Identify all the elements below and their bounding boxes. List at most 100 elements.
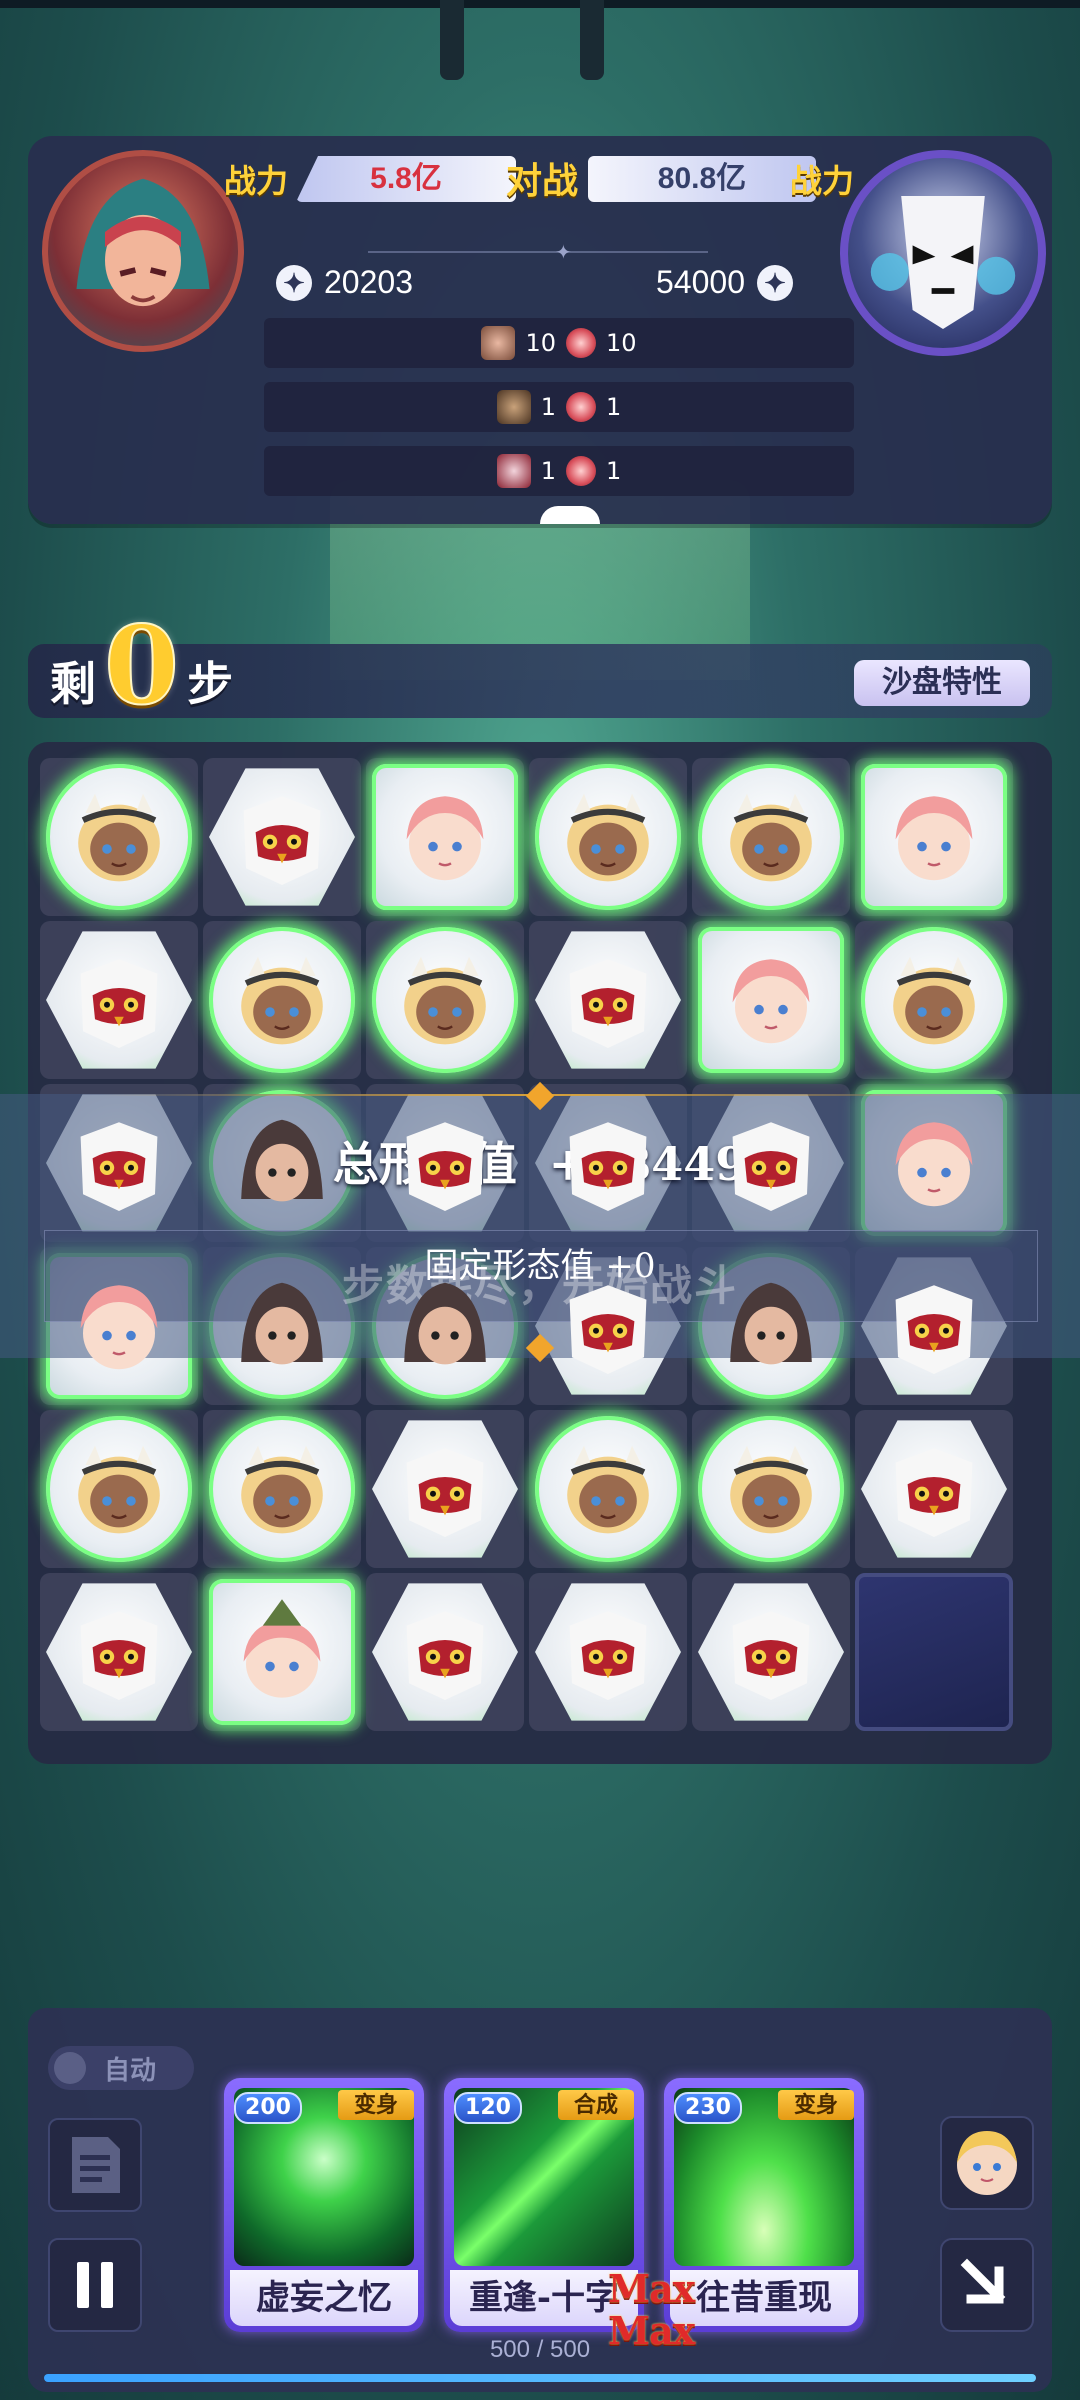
owl-mask-icon [569,959,647,1048]
divider-star-icon: ✦ [555,240,572,264]
board-tile[interactable] [40,921,198,1079]
horned-girl-icon [78,1445,160,1534]
opponent-score: ✦ 54000 [656,264,793,301]
steps-bar: 剩 0 步 沙盘特性 [28,602,1052,730]
log-button[interactable] [48,2118,142,2212]
board-tile[interactable] [366,758,524,916]
auto-label: 自动 [104,2055,157,2086]
empty-board-slot[interactable] [855,1573,1013,1731]
steps-count: 0 [103,602,180,730]
board-tile[interactable] [40,1084,198,1242]
auto-toggle[interactable]: 自动 [48,2046,194,2090]
skip-button[interactable] [940,2238,1034,2332]
top-edge [0,0,1080,8]
pink-girl-icon [406,796,484,881]
board-tile[interactable] [366,1084,524,1242]
battle-info-panel: 战力 5.8亿 对战 80.8亿 战力 ✦ ✦ 20203 ✦ 54000 10… [28,136,1052,524]
power-label-right: 战力 [790,162,855,200]
reward-coin-count: 10 [606,329,637,357]
bg-post-left [440,0,464,80]
hero-portrait-icon [496,454,531,488]
board-tile[interactable] [855,1084,1013,1242]
owl-mask-icon [406,1448,484,1537]
board-tile[interactable] [366,1573,524,1731]
horned-girl-icon [404,956,486,1045]
owl-mask-icon [406,1122,484,1211]
hero-portrait-icon [481,326,516,360]
sandbox-traits-button[interactable]: 沙盘特性 [854,660,1030,706]
owl-mask-icon [80,959,158,1048]
card-name: 往昔重现 [670,2270,858,2326]
pink-girl-icon [895,1122,973,1207]
owl-mask-icon [732,1611,810,1700]
fixed-form-value: 固定形态值 +0 [424,1246,656,1286]
player-avatar[interactable] [42,150,244,352]
board-tile[interactable] [855,758,1013,916]
horned-girl-icon [241,1445,323,1534]
owl-mask-icon [243,796,321,885]
card-cost: 230 [674,2092,742,2124]
owl-mask-icon [732,1122,810,1211]
energy-bar-fill [44,2374,1036,2382]
pause-button[interactable] [48,2238,142,2332]
board-tile[interactable] [855,1410,1013,1568]
owl-mask-icon [569,1611,647,1700]
card-cost: 120 [454,2092,522,2124]
blonde-hero-icon [957,2131,1017,2195]
arrow-down-right-icon [960,2258,1006,2304]
masked-villain-icon [870,196,1016,329]
board-tile[interactable] [529,1084,687,1242]
toggle-knob [54,2052,86,2084]
board-tile[interactable] [366,921,524,1079]
score-star-icon: ✦ [756,264,793,301]
reward-row: 10 10 [264,318,854,368]
board-tile[interactable] [692,1410,850,1568]
opponent-avatar[interactable] [840,150,1046,356]
board-tile[interactable] [203,1573,361,1731]
horned-girl-icon [567,1445,649,1534]
opponent-score-value: 54000 [656,264,745,300]
board-tile[interactable] [366,1410,524,1568]
board-tile[interactable] [692,758,850,916]
token-icon [566,392,596,422]
energy-text: 500 / 500 [489,2336,591,2363]
power-label-left: 战力 [224,162,289,200]
player-score-value: 20203 [324,264,413,300]
horned-girl-icon [567,793,649,882]
steps-remaining: 剩 0 步 [50,602,233,730]
board-tile[interactable] [529,758,687,916]
board-tile[interactable] [203,758,361,916]
collapse-tab[interactable] [540,506,600,524]
reward-hero-count: 1 [540,393,556,421]
board-tile[interactable] [203,921,361,1079]
owl-mask-icon [406,1611,484,1700]
skill-card[interactable]: 200 变身 虚妄之忆 [224,2078,424,2332]
board-tile[interactable] [203,1084,361,1242]
vs-label: 对战 [506,160,579,202]
hero-portrait-button[interactable] [940,2116,1034,2210]
board-tile[interactable] [40,1410,198,1568]
divider [368,251,708,253]
horned-girl-icon [241,956,323,1045]
board-tile[interactable] [529,1410,687,1568]
board-tile[interactable] [40,758,198,916]
board-tile[interactable] [529,1573,687,1731]
board-tile[interactable] [40,1573,198,1731]
card-cost: 200 [234,2092,302,2124]
card-tag: 合成 [558,2090,634,2120]
player-score: ✦ 20203 [276,264,413,301]
reward-row: 1 1 [264,446,854,496]
card-name: 虚妄之忆 [230,2270,418,2326]
board-tile[interactable] [692,1573,850,1731]
reward-hero-count: 1 [540,457,556,485]
board-tile[interactable] [203,1410,361,1568]
board-tile[interactable] [529,921,687,1079]
board-tile[interactable] [692,1084,850,1242]
board-tile[interactable] [855,921,1013,1079]
owl-mask-icon [80,1122,158,1211]
hooded-hero-icon [76,178,210,307]
card-tag: 变身 [338,2090,414,2120]
pause-icon [77,2262,113,2308]
pink-girl-icon [732,959,810,1044]
board-tile[interactable] [692,921,850,1079]
